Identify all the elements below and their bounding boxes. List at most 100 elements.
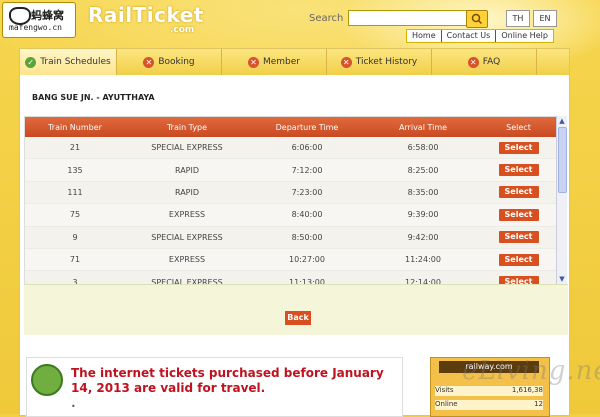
visits-label: Visits bbox=[435, 386, 454, 394]
close-icon: ✕ bbox=[143, 56, 155, 68]
train-number: 9 bbox=[72, 232, 78, 242]
train-number: 111 bbox=[67, 187, 83, 197]
site-logo-suffix: .com bbox=[170, 25, 195, 35]
select-button[interactable]: Select bbox=[498, 208, 539, 221]
departure-time: 10:27:00 bbox=[289, 255, 325, 265]
close-icon: ✕ bbox=[340, 56, 352, 68]
back-area: Back bbox=[24, 284, 568, 335]
online-label: Online bbox=[435, 400, 458, 408]
scroll-down-icon[interactable]: ▼ bbox=[557, 274, 567, 284]
table-row: 75 EXPRESS 8:40:00 9:39:00 Select bbox=[25, 204, 556, 227]
column-header: Train Type bbox=[166, 122, 208, 132]
search-icon bbox=[471, 13, 483, 25]
home-link[interactable]: Home bbox=[407, 30, 442, 42]
departure-time: 6:06:00 bbox=[291, 143, 323, 153]
table-row: 9 SPECIAL EXPRESS 8:50:00 9:42:00 Select bbox=[25, 226, 556, 249]
ticket-lock-icon bbox=[31, 364, 63, 396]
tab-label: Member bbox=[262, 57, 301, 67]
site-logo[interactable]: RailTicket bbox=[88, 3, 204, 27]
select-cell: Select bbox=[481, 186, 556, 199]
online-row: Online 12 bbox=[435, 400, 543, 410]
train-type: EXPRESS bbox=[168, 255, 206, 265]
mafengwo-logo: 蚂蜂窝 mafengwo.cn bbox=[2, 2, 76, 38]
train-type: RAPID bbox=[174, 187, 200, 197]
departure-time: 7:12:00 bbox=[291, 165, 323, 175]
arrival-time: 9:42:00 bbox=[407, 232, 439, 242]
search-label: Search bbox=[309, 13, 344, 24]
tab-bar: ✓ Train Schedules ✕ Booking ✕ Member ✕ T… bbox=[20, 49, 569, 75]
top-links: Home Contact Us Online Help bbox=[406, 29, 554, 43]
departure-time: 8:50:00 bbox=[291, 232, 323, 242]
tab-faq[interactable]: ✕ FAQ bbox=[432, 49, 537, 75]
column-header: Arrival Time bbox=[398, 122, 448, 132]
back-button[interactable]: Back bbox=[285, 311, 311, 325]
schedule-table: Train Number Train Type Departure Time A… bbox=[24, 116, 557, 286]
select-button[interactable]: Select bbox=[498, 186, 539, 199]
tab-label: Ticket History bbox=[355, 57, 418, 67]
notice-box: The internet tickets purchased before Ja… bbox=[26, 357, 403, 417]
lang-th-button[interactable]: TH bbox=[506, 10, 530, 27]
select-cell: Select bbox=[481, 253, 556, 266]
tab-member[interactable]: ✕ Member bbox=[222, 49, 327, 75]
arrival-time: 8:35:00 bbox=[407, 187, 439, 197]
table-row: 71 EXPRESS 10:27:00 11:24:00 Select bbox=[25, 249, 556, 272]
visits-row: Visits 1,616,38 bbox=[435, 386, 543, 396]
table-row: 21 SPECIAL EXPRESS 6:06:00 6:58:00 Selec… bbox=[25, 137, 556, 160]
departure-time: 7:23:00 bbox=[291, 187, 323, 197]
watermark: eLiving.net bbox=[462, 356, 600, 386]
table-body: 21 SPECIAL EXPRESS 6:06:00 6:58:00 Selec… bbox=[25, 137, 556, 285]
column-header: Train Number bbox=[48, 122, 102, 132]
tab-ticket-history[interactable]: ✕ Ticket History bbox=[327, 49, 432, 75]
tab-label: Booking bbox=[158, 57, 195, 67]
online-help-link[interactable]: Online Help bbox=[496, 30, 553, 42]
tab-label: FAQ bbox=[482, 57, 501, 67]
scroll-up-icon[interactable]: ▲ bbox=[557, 116, 567, 126]
select-button[interactable]: Select bbox=[498, 141, 539, 154]
select-button[interactable]: Select bbox=[498, 164, 539, 177]
arrival-time: 9:39:00 bbox=[407, 210, 439, 220]
train-type: SPECIAL EXPRESS bbox=[151, 143, 223, 153]
select-cell: Select bbox=[481, 164, 556, 177]
logo-url: mafengwo.cn bbox=[9, 23, 62, 32]
train-type: RAPID bbox=[174, 165, 200, 175]
bullet-icon: • bbox=[71, 402, 76, 411]
close-icon: ✕ bbox=[467, 56, 479, 68]
route-title: BANG SUE JN. - AYUTTHAYA bbox=[32, 93, 155, 102]
select-button[interactable]: Select bbox=[498, 253, 539, 266]
notice-text: The internet tickets purchased before Ja… bbox=[71, 366, 384, 395]
tab-train-schedules[interactable]: ✓ Train Schedules bbox=[20, 49, 117, 75]
train-number: 75 bbox=[69, 210, 81, 220]
arrival-time: 8:25:00 bbox=[407, 165, 439, 175]
search-input[interactable] bbox=[348, 10, 470, 26]
select-cell: Select bbox=[481, 141, 556, 154]
contact-link[interactable]: Contact Us bbox=[442, 30, 497, 42]
train-number: 21 bbox=[69, 143, 81, 153]
train-number: 135 bbox=[67, 165, 83, 175]
select-button[interactable]: Select bbox=[498, 231, 539, 244]
train-type: SPECIAL EXPRESS bbox=[151, 232, 223, 242]
departure-time: 8:40:00 bbox=[291, 210, 323, 220]
arrival-time: 6:58:00 bbox=[407, 143, 439, 153]
lang-en-button[interactable]: EN bbox=[533, 10, 557, 27]
column-header: Select bbox=[506, 122, 531, 132]
table-row: 135 RAPID 7:12:00 8:25:00 Select bbox=[25, 159, 556, 182]
table-header: Train Number Train Type Departure Time A… bbox=[25, 117, 556, 137]
select-cell: Select bbox=[481, 208, 556, 221]
tab-booking[interactable]: ✕ Booking bbox=[117, 49, 222, 75]
tab-label: Train Schedules bbox=[40, 57, 111, 67]
header: 蚂蜂窝 mafengwo.cn RailTicket .com Search T… bbox=[0, 0, 600, 46]
table-scrollbar[interactable]: ▲ ▼ bbox=[556, 116, 567, 284]
search-button[interactable] bbox=[466, 10, 488, 28]
arrival-time: 11:24:00 bbox=[405, 255, 441, 265]
select-cell: Select bbox=[481, 231, 556, 244]
logo-text: 蚂蜂窝 bbox=[31, 9, 64, 22]
train-type: EXPRESS bbox=[168, 210, 206, 220]
table-row: 111 RAPID 7:23:00 8:35:00 Select bbox=[25, 181, 556, 205]
online-value: 12 bbox=[534, 400, 543, 408]
close-icon: ✕ bbox=[247, 56, 259, 68]
column-header: Departure Time bbox=[275, 122, 339, 132]
visits-value: 1,616,38 bbox=[511, 386, 543, 394]
scroll-thumb[interactable] bbox=[558, 127, 567, 193]
train-number: 71 bbox=[69, 255, 81, 265]
check-icon: ✓ bbox=[25, 56, 37, 68]
